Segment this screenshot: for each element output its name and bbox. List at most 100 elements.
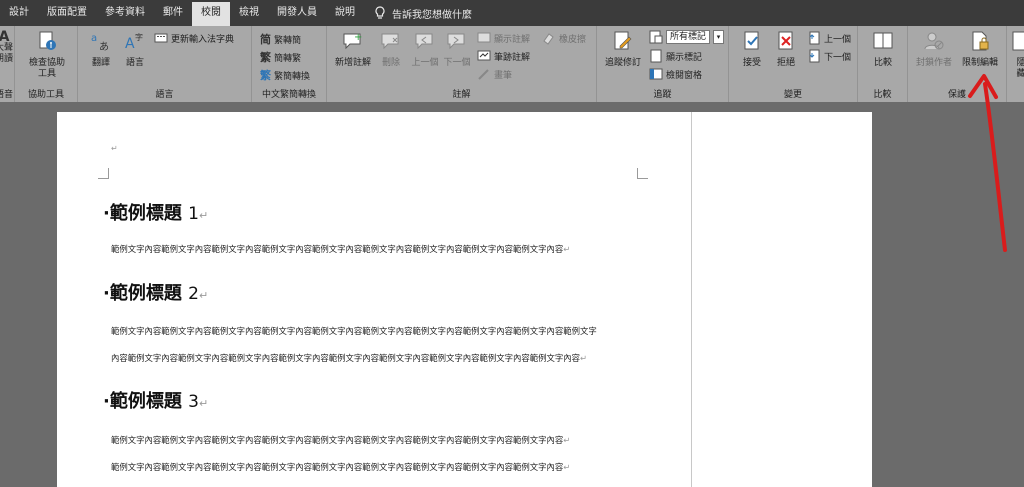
group-compare: 比較 比較 (858, 26, 908, 102)
next-change-icon (809, 49, 820, 63)
delete-comment-button[interactable]: 刪除 (375, 30, 407, 69)
compare-icon (873, 32, 893, 49)
accessibility-check-icon (39, 31, 56, 50)
group-label-speech: 語音 (0, 90, 13, 100)
reviewing-pane-button[interactable]: 檢閱窗格 (649, 67, 702, 81)
chinese-convert-button[interactable]: 繁 繁簡轉換 (260, 67, 310, 83)
group-chinese-conversion: 简 繁轉簡 繁 簡轉繁 繁 繁簡轉換 中文繁簡轉換 (252, 26, 327, 102)
tell-me-box[interactable]: 告訴我您想做什麼 (374, 6, 472, 21)
read-aloud-icon: A (0, 29, 10, 45)
ribbon-tab-bar: 設計 版面配置 參考資料 郵件 校閱 檢視 開發人員 說明 告訴我您想做什麼 (0, 0, 1024, 26)
restrict-editing-icon (972, 31, 989, 51)
group-label-protect: 保護 (947, 90, 966, 100)
heading-2[interactable]: ·範例標題 2↵ (103, 279, 208, 305)
delete-comment-icon (381, 33, 399, 50)
show-markup-button[interactable]: 顯示標記 (649, 49, 702, 63)
pen-icon (478, 69, 489, 80)
check-accessibility-button[interactable]: 檢查協助 工具 (21, 30, 73, 80)
document-page[interactable]: ↵ ·範例標題 1↵ 範例文字內容範例文字內容範例文字內容範例文字內容範例文字內… (57, 112, 872, 487)
markup-area-divider (691, 112, 692, 487)
show-markup-icon (650, 49, 662, 63)
group-label-changes: 變更 (783, 90, 802, 100)
new-comment-button[interactable]: + 新增註解 (333, 30, 373, 69)
ink-comment-button[interactable]: 筆跡註解 (477, 49, 530, 63)
pen-button[interactable]: 畫筆 (477, 67, 512, 81)
tab-developer[interactable]: 開發人員 (268, 0, 326, 26)
svg-text:+: + (354, 32, 362, 43)
accept-button[interactable]: 接受 (735, 30, 769, 69)
block-authors-button[interactable]: 封鎖作者 (912, 30, 956, 69)
accept-icon (744, 31, 759, 50)
svg-text:字: 字 (135, 32, 143, 42)
previous-change-button[interactable]: 上一個 (807, 31, 851, 45)
heading-3[interactable]: ·範例標題 3↵ (103, 387, 208, 413)
tab-view[interactable]: 檢視 (230, 0, 268, 26)
group-label-comments: 註解 (452, 90, 471, 100)
tab-mailings[interactable]: 郵件 (154, 0, 192, 26)
group-accessibility: 檢查協助 工具 協助工具 (15, 26, 78, 102)
paragraph-3[interactable]: 範例文字內容範例文字內容範例文字內容範例文字內容範例文字內容範例文字內容範例文字… (111, 434, 570, 446)
next-comment-icon (447, 33, 465, 50)
ime-dictionary-icon (154, 33, 168, 43)
group-partial-right: 隱 藏 (1007, 26, 1024, 102)
group-label-tracking: 追蹤 (653, 90, 672, 100)
hide-ink-icon (1012, 31, 1024, 51)
translate-icon: aあ (91, 33, 109, 53)
paragraph-1[interactable]: 範例文字內容範例文字內容範例文字內容範例文字內容範例文字內容範例文字內容範例文字… (111, 243, 570, 255)
trad-to-simp-icon: 简 (260, 33, 271, 46)
empty-paragraph-mark: ↵ (111, 144, 118, 153)
paragraph-2-line-2[interactable]: 內容範例文字內容範例文字內容範例文字內容範例文字內容範例文字內容範例文字內容範例… (111, 352, 587, 364)
group-tracking: 追蹤修訂 所有標記 ▾ 顯示標記 檢閱窗格 追蹤 (597, 26, 729, 102)
new-comment-icon: + (343, 32, 362, 50)
svg-text:あ: あ (99, 41, 109, 52)
svg-text:a: a (91, 33, 97, 44)
reject-button[interactable]: 拒絕 (769, 30, 803, 69)
chinese-convert-icon: 繁 (260, 69, 271, 82)
group-label-language: 語言 (155, 90, 174, 100)
simp-to-trad-button[interactable]: 繁 簡轉繁 (260, 49, 301, 65)
show-comments-button[interactable]: 顯示註解 (477, 31, 530, 45)
tab-design[interactable]: 設計 (0, 0, 38, 26)
markup-display-select[interactable]: 所有標記 ▾ (649, 30, 725, 44)
next-change-button[interactable]: 下一個 (807, 49, 851, 63)
paragraph-2-line-1[interactable]: 範例文字內容範例文字內容範例文字內容範例文字內容範例文字內容範例文字內容範例文字… (111, 325, 597, 337)
eraser-icon (543, 33, 554, 45)
update-ime-button[interactable]: 更新輸入法字典 (154, 31, 234, 45)
read-aloud-button[interactable]: A 大聲 朗讀 (0, 29, 14, 65)
trad-to-simp-button[interactable]: 简 繁轉簡 (260, 31, 301, 47)
group-protect: 封鎖作者 限制編輯 保護 (908, 26, 1007, 102)
language-icon: A字 (125, 32, 143, 52)
reviewing-pane-icon (649, 68, 663, 80)
tab-help[interactable]: 說明 (326, 0, 364, 26)
group-label-compare: 比較 (873, 90, 892, 100)
language-button[interactable]: A字 語言 (118, 30, 152, 69)
track-changes-icon (614, 31, 632, 50)
next-comment-button[interactable]: 下一個 (441, 30, 473, 69)
eraser-button[interactable]: 橡皮擦 (542, 31, 586, 45)
restrict-editing-button[interactable]: 限制編輯 (958, 30, 1002, 69)
document-canvas: ↵ ·範例標題 1↵ 範例文字內容範例文字內容範例文字內容範例文字內容範例文字內… (0, 102, 1024, 487)
reject-icon (778, 31, 793, 50)
heading-1[interactable]: ·範例標題 1↵ (103, 199, 208, 225)
margin-corner-left (98, 168, 109, 179)
translate-button[interactable]: aあ 翻譯 (84, 30, 118, 69)
group-speech: A 大聲 朗讀 語音 (0, 26, 15, 102)
hide-button[interactable]: 隱 藏 (1011, 30, 1024, 80)
tab-references[interactable]: 參考資料 (96, 0, 154, 26)
simp-to-trad-icon: 繁 (260, 51, 271, 64)
paragraph-4[interactable]: 範例文字內容範例文字內容範例文字內容範例文字內容範例文字內容範例文字內容範例文字… (111, 461, 570, 473)
compare-button[interactable]: 比較 (864, 30, 902, 69)
tab-layout[interactable]: 版面配置 (38, 0, 96, 26)
track-changes-button[interactable]: 追蹤修訂 (601, 30, 645, 69)
previous-comment-button[interactable]: 上一個 (409, 30, 441, 69)
group-changes: 接受 拒絕 上一個 下一個 變更 (729, 26, 858, 102)
group-language: aあ 翻譯 A字 語言 更新輸入法字典 語言 (78, 26, 252, 102)
markup-dropdown-icon: ▾ (713, 30, 725, 44)
previous-comment-icon (415, 33, 433, 50)
previous-change-icon (809, 31, 820, 45)
group-label-chinese: 中文繁簡轉換 (261, 90, 316, 100)
group-comments: + 新增註解 刪除 上一個 下一個 顯示註解 橡皮擦 筆跡註解 畫筆 註解 (327, 26, 597, 102)
tab-review[interactable]: 校閱 (192, 2, 230, 26)
svg-text:A: A (125, 36, 135, 52)
ribbon: A 大聲 朗讀 語音 檢查協助 工具 協助工具 aあ 翻譯 A字 語言 更新輸入… (0, 26, 1024, 103)
